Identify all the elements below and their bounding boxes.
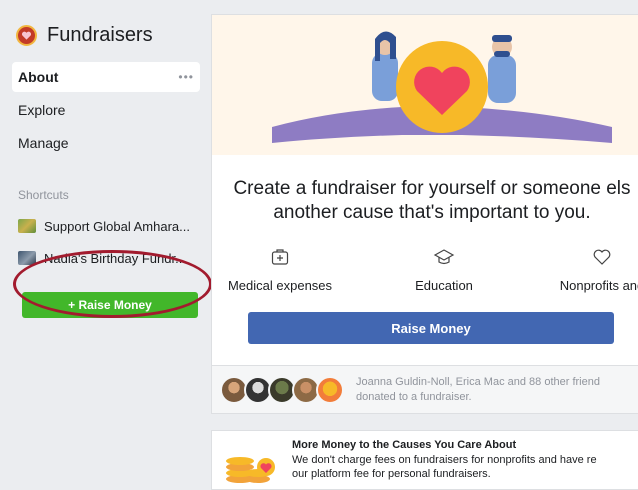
fundraiser-thumbnail <box>18 219 36 233</box>
fundraiser-heart-icon <box>16 24 37 46</box>
sidebar-item-manage[interactable]: Manage <box>12 128 200 158</box>
sidebar-item-explore[interactable]: Explore <box>12 95 200 125</box>
category-education[interactable]: Education <box>374 247 514 293</box>
people-holding-heart-illustration <box>272 31 612 143</box>
more-options-icon[interactable]: ••• <box>178 70 194 84</box>
shortcut-support-global-amhara[interactable]: Support Global Amhara... <box>18 214 208 238</box>
promo-body: We don't charge fees on fundraisers for … <box>292 453 638 481</box>
friends-donated-line: Joanna Guldin-Noll, Erica Mac and 88 oth… <box>356 376 600 388</box>
headline-line: another cause that's important to you. <box>273 202 591 223</box>
coins-heart-icon <box>226 457 275 483</box>
medical-kit-icon <box>210 247 350 269</box>
hero-illustration <box>212 15 638 155</box>
promo-title: More Money to the Causes You Care About <box>292 439 517 451</box>
friends-donated-bar[interactable]: Joanna Guldin-Noll, Erica Mac and 88 oth… <box>211 366 638 414</box>
app-title[interactable]: Fundraisers <box>47 24 153 47</box>
sidebar-item-label: Manage <box>18 135 69 151</box>
category-nonprofits[interactable]: Nonprofits and <box>532 247 638 293</box>
sidebar-item-about[interactable]: About ••• <box>12 62 200 92</box>
category-label: Education <box>415 278 473 293</box>
app-header: Fundraisers <box>0 20 208 50</box>
raise-money-button[interactable]: Raise Money <box>248 312 614 344</box>
sidebar-nav: About ••• Explore Manage <box>0 62 208 158</box>
promo-line: We don't charge fees on fundraisers for … <box>292 454 597 466</box>
create-fundraiser-headline: Create a fundraiser for yourself or some… <box>212 177 638 225</box>
shortcuts-heading: Shortcuts <box>18 188 69 202</box>
friend-avatars <box>220 376 350 404</box>
sidebar-item-label: Explore <box>18 102 66 118</box>
friends-donated-line: donated to a fundraiser. <box>356 391 472 403</box>
friends-donated-text: Joanna Guldin-Noll, Erica Mac and 88 oth… <box>356 375 638 405</box>
create-fundraiser-card: Create a fundraiser for yourself or some… <box>211 14 638 366</box>
sidebar: Fundraisers About ••• Explore Manage Sho… <box>0 0 208 490</box>
sidebar-item-label: About <box>18 69 59 85</box>
category-label: Nonprofits and <box>559 278 638 293</box>
category-label: Medical expenses <box>227 278 333 293</box>
heart-outline-icon <box>532 247 638 269</box>
headline-line: Create a fundraiser for yourself or some… <box>233 178 631 199</box>
promo-line: our platform fee for personal fundraiser… <box>292 468 491 480</box>
category-medical-expenses[interactable]: Medical expenses <box>210 247 350 293</box>
main-content: Create a fundraiser for yourself or some… <box>211 14 638 490</box>
annotation-circle <box>13 250 212 318</box>
graduation-cap-icon <box>374 247 514 269</box>
avatar[interactable] <box>316 376 344 404</box>
shortcut-label: Support Global Amhara... <box>44 218 190 234</box>
no-fees-promo: More Money to the Causes You Care About … <box>211 430 638 490</box>
fundraiser-categories: Medical expenses Education Nonprofits an… <box>212 247 638 297</box>
